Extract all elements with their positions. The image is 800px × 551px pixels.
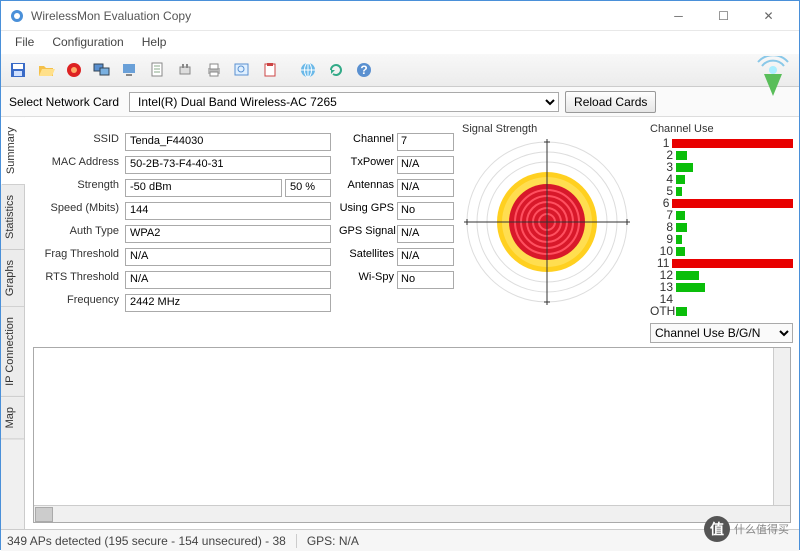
strength-dbm: -50 dBm <box>125 179 282 197</box>
satellites-value: N/A <box>397 248 454 266</box>
menubar: File Configuration Help <box>1 31 799 53</box>
network-card-label: Select Network Card <box>9 95 123 109</box>
vertical-scrollbar[interactable] <box>773 348 790 505</box>
window-title: WirelessMon Evaluation Copy <box>31 9 656 23</box>
menu-help[interactable]: Help <box>134 33 175 51</box>
vertical-tabs: Summary Statistics Graphs IP Connection … <box>1 117 25 529</box>
tab-ip-connection[interactable]: IP Connection <box>1 307 24 397</box>
globe-icon[interactable] <box>295 57 321 83</box>
ssid-label: SSID <box>31 133 121 151</box>
frag-label: Frag Threshold <box>31 248 121 266</box>
ap-list[interactable] <box>33 347 791 523</box>
rts-label: RTS Threshold <box>31 271 121 289</box>
wispy-label: Wi-Spy <box>339 271 394 289</box>
antennas-value: N/A <box>397 179 454 197</box>
channel-row: OTH <box>650 305 793 317</box>
svg-text:?: ? <box>360 63 367 77</box>
menu-file[interactable]: File <box>7 33 42 51</box>
scan-icon[interactable] <box>229 57 255 83</box>
mac-value: 50-2B-73-F4-40-31 <box>125 156 331 174</box>
titlebar: WirelessMon Evaluation Copy ─ ☐ ✕ <box>1 1 799 31</box>
horizontal-scrollbar[interactable] <box>34 505 790 522</box>
config-icon[interactable] <box>117 57 143 83</box>
channel-bars: 1234567891011121314OTH <box>650 137 793 319</box>
log-icon[interactable] <box>145 57 171 83</box>
signal-strength-header: Signal Strength <box>462 123 642 135</box>
clipboard-icon[interactable] <box>257 57 283 83</box>
maximize-button[interactable]: ☐ <box>701 2 746 30</box>
wispy-value: No <box>397 271 454 289</box>
gpssignal-value: N/A <box>397 225 454 243</box>
watermark-icon: 值 <box>704 516 730 542</box>
connection-fields: SSIDTenda_F44030 MAC Address50-2B-73-F4-… <box>31 123 331 343</box>
watermark-text: 什么值得买 <box>734 521 789 537</box>
antenna-icon <box>752 56 794 98</box>
rts-value: N/A <box>125 271 331 289</box>
strength-label: Strength <box>31 179 121 197</box>
antennas-label: Antennas <box>339 179 394 197</box>
channel-value: 7 <box>397 133 454 151</box>
app-icon <box>9 8 25 24</box>
tab-statistics[interactable]: Statistics <box>1 185 24 250</box>
txpower-value: N/A <box>397 156 454 174</box>
auth-value: WPA2 <box>125 225 331 243</box>
gpssignal-label: GPS Signal <box>339 225 394 243</box>
txpower-label: TxPower <box>339 156 394 174</box>
frag-value: N/A <box>125 248 331 266</box>
scroll-thumb[interactable] <box>35 507 53 522</box>
menu-configuration[interactable]: Configuration <box>44 33 131 51</box>
save-icon[interactable] <box>5 57 31 83</box>
auth-label: Auth Type <box>31 225 121 243</box>
ssid-value: Tenda_F44030 <box>125 133 331 151</box>
gps-label: Using GPS <box>339 202 394 220</box>
gps-value: No <box>397 202 454 220</box>
satellites-label: Satellites <box>339 248 394 266</box>
channel-use-panel: Channel Use 1234567891011121314OTH Chann… <box>650 123 793 343</box>
tab-summary[interactable]: Summary <box>1 117 25 185</box>
network-card-select[interactable]: Intel(R) Dual Band Wireless-AC 7265 <box>129 92 559 112</box>
network-card-row: Select Network Card Intel(R) Dual Band W… <box>1 87 799 117</box>
status-gps: GPS: N/A <box>307 534 359 548</box>
reload-cards-button[interactable]: Reload Cards <box>565 91 656 113</box>
strength-pct: 50 % <box>285 179 331 197</box>
help-icon[interactable]: ? <box>351 57 377 83</box>
adapter-icon[interactable] <box>173 57 199 83</box>
record-icon[interactable] <box>61 57 87 83</box>
refresh-icon[interactable] <box>323 57 349 83</box>
channel-label: Channel <box>339 133 394 151</box>
signal-strength-panel: Signal Strength <box>462 123 642 343</box>
channel-use-header: Channel Use <box>650 123 793 135</box>
freq-label: Frequency <box>31 294 121 312</box>
screens-icon[interactable] <box>89 57 115 83</box>
speed-value: 144 <box>125 202 331 220</box>
print-icon[interactable] <box>201 57 227 83</box>
freq-value: 2442 MHz <box>125 294 331 312</box>
tab-graphs[interactable]: Graphs <box>1 250 24 307</box>
status-aps: 349 APs detected (195 secure - 154 unsec… <box>7 534 286 548</box>
tab-map[interactable]: Map <box>1 397 24 439</box>
statusbar: 349 APs detected (195 secure - 154 unsec… <box>1 529 799 551</box>
gps-fields: Channel7 TxPowerN/A AntennasN/A Using GP… <box>339 123 454 343</box>
radar-chart <box>462 137 632 307</box>
mac-label: MAC Address <box>31 156 121 174</box>
close-button[interactable]: ✕ <box>746 2 791 30</box>
speed-label: Speed (Mbits) <box>31 202 121 220</box>
watermark: 值 什么值得买 <box>704 514 794 544</box>
channel-use-select[interactable]: Channel Use B/G/N <box>650 323 793 343</box>
minimize-button[interactable]: ─ <box>656 2 701 30</box>
toolbar: ? <box>1 53 799 87</box>
open-icon[interactable] <box>33 57 59 83</box>
